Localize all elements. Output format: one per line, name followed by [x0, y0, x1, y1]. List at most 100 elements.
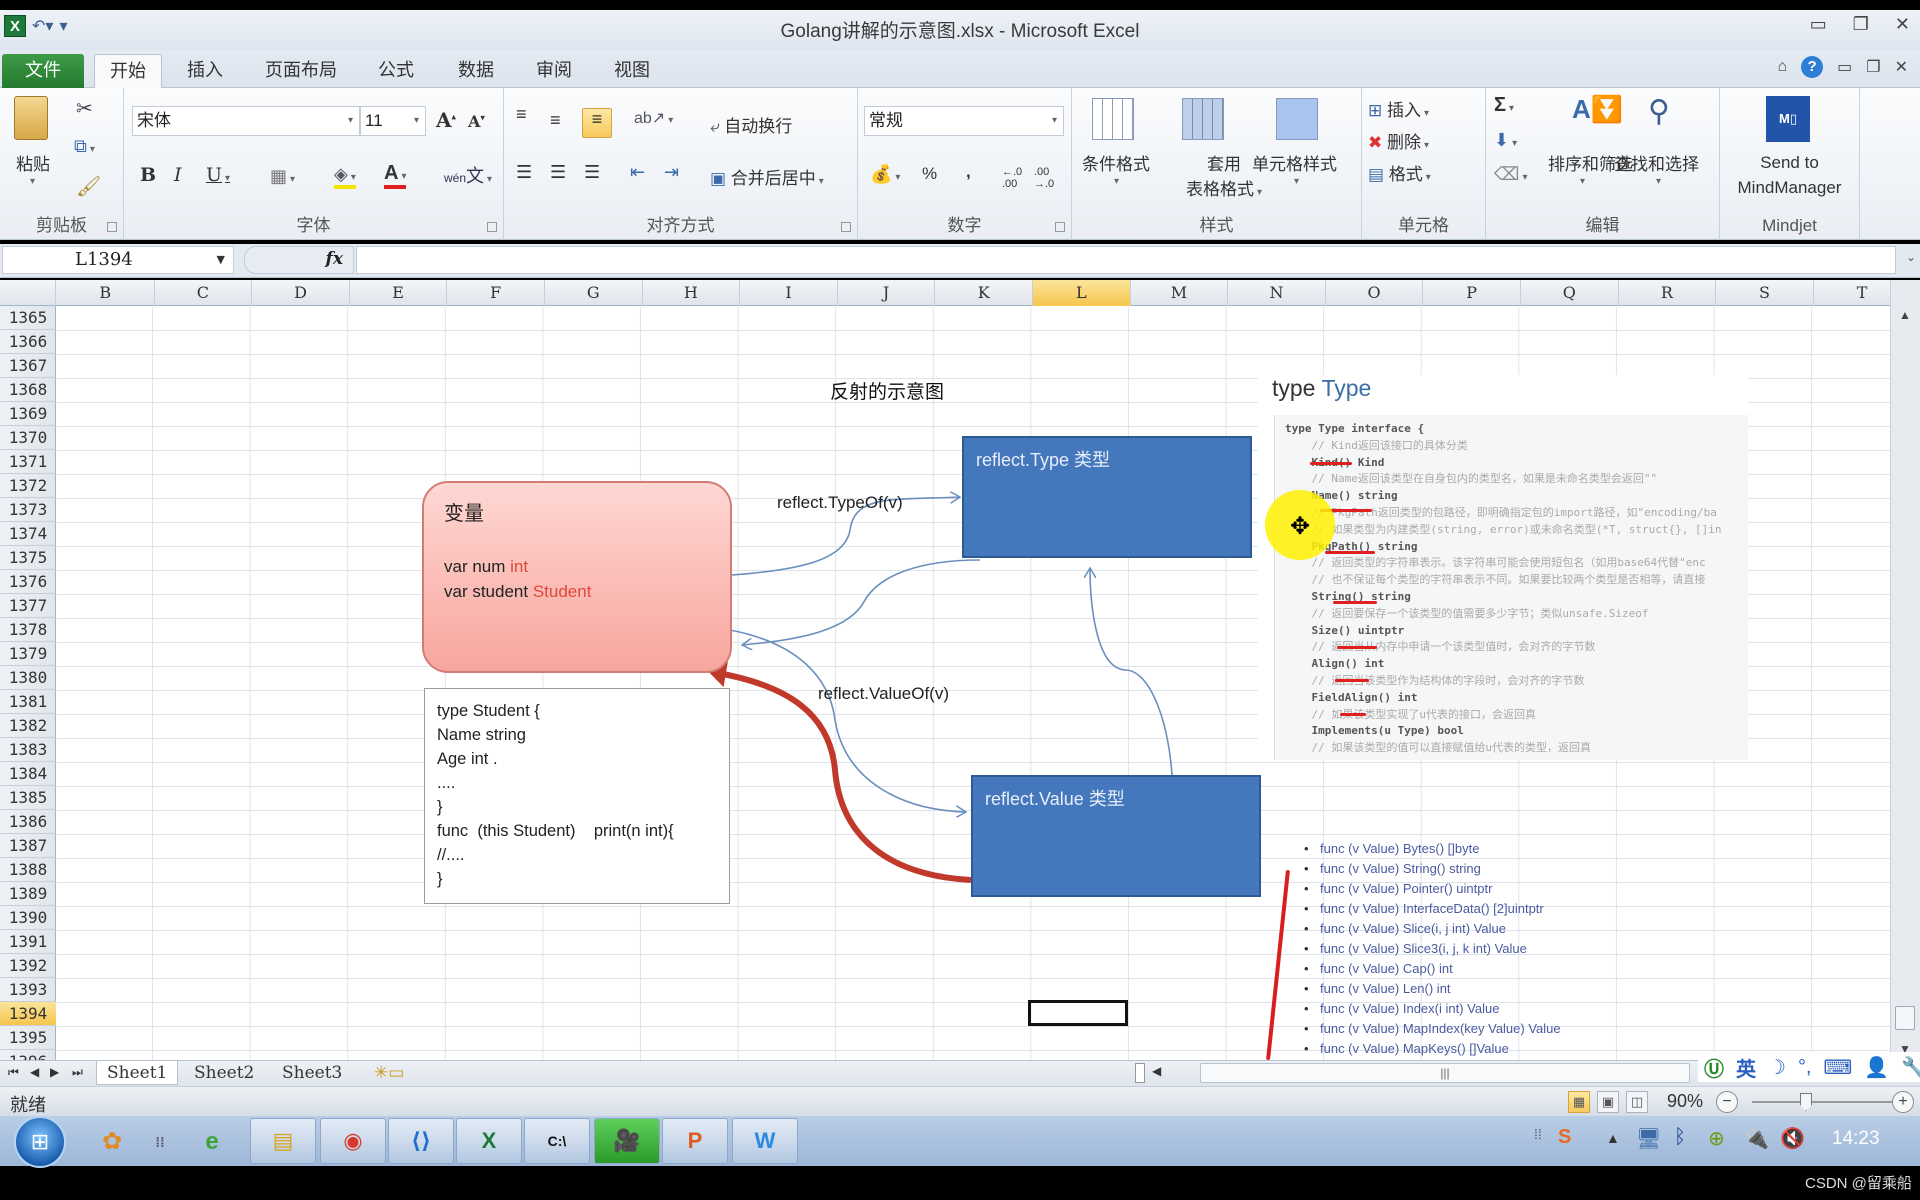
row-header[interactable]: 1377 [0, 594, 56, 618]
column-header-m[interactable]: M [1131, 280, 1229, 306]
format-cells-button[interactable]: ▤ 格式 ▾ [1368, 160, 1431, 185]
ime-logo-icon[interactable]: Ⓤ [1704, 1053, 1724, 1082]
name-box-dropdown-icon[interactable]: ▼ [217, 247, 225, 273]
ime-keyboard-icon[interactable]: ⌨ [1824, 1055, 1853, 1080]
font-launcher-icon[interactable] [487, 222, 497, 232]
name-box[interactable]: L1394 ▼ [2, 246, 234, 274]
cell-styles-icon[interactable] [1276, 98, 1318, 140]
align-top-button[interactable]: ≡ [516, 104, 527, 125]
column-header-b[interactable]: B [57, 280, 155, 306]
zoom-slider-thumb[interactable] [1800, 1093, 1812, 1111]
insert-cells-button[interactable]: ⊞ 插入 ▾ [1368, 96, 1429, 121]
close-button[interactable]: ✕ [1895, 14, 1910, 35]
chrome-icon[interactable]: ◉ [320, 1118, 386, 1164]
scroll-left-icon[interactable]: ◀ [1152, 1064, 1161, 1078]
sheet-tab-1[interactable]: Sheet1 [96, 1061, 179, 1085]
doc-restore-button[interactable]: ❐ [1866, 57, 1880, 77]
column-header-l[interactable]: L [1033, 280, 1131, 306]
row-header[interactable]: 1369 [0, 402, 56, 426]
column-header-e[interactable]: E [350, 280, 448, 306]
column-header-o[interactable]: O [1326, 280, 1424, 306]
row-header[interactable]: 1374 [0, 522, 56, 546]
delete-cells-button[interactable]: ✖ 删除 ▾ [1368, 128, 1429, 153]
merge-center-button[interactable]: ▣ 合并后居中 ▾ [710, 164, 824, 189]
column-header-q[interactable]: Q [1521, 280, 1619, 306]
shrink-font-button[interactable]: A▾ [468, 112, 485, 131]
tab-file[interactable]: 文件 [2, 54, 84, 88]
tab-insert[interactable]: 插入 [176, 54, 234, 88]
first-sheet-icon[interactable]: ⏮ [8, 1065, 19, 1080]
fill-button[interactable]: ⬇ ▾ [1494, 130, 1517, 151]
accounting-format-button[interactable]: 💰 ▾ [870, 164, 900, 185]
column-header-f[interactable]: F [447, 280, 545, 306]
binoculars-icon[interactable]: ⚲ [1648, 94, 1670, 129]
row-header[interactable]: 1391 [0, 930, 56, 954]
page-layout-view-button[interactable]: ▣ [1597, 1091, 1619, 1113]
phonetic-button[interactable]: wén文 ▾ [444, 162, 492, 188]
tab-view[interactable]: 视图 [602, 54, 662, 88]
cell-styles-dropdown-icon[interactable]: ▾ [1294, 176, 1299, 187]
column-header-i[interactable]: I [740, 280, 838, 306]
last-sheet-icon[interactable]: ⏭ [72, 1065, 83, 1080]
show-hidden-icons[interactable]: ▲ [1606, 1130, 1620, 1146]
row-header[interactable]: 1382 [0, 714, 56, 738]
zoom-out-button[interactable]: − [1716, 1091, 1738, 1113]
network-icon[interactable]: 🖥 [1636, 1126, 1661, 1151]
fill-color-button[interactable]: ◈ ▾ [334, 164, 356, 189]
font-color-button[interactable]: A ▾ [384, 162, 407, 189]
row-header[interactable]: 1365 [0, 306, 56, 330]
cut-icon[interactable]: ✂ [76, 96, 93, 121]
underline-button[interactable]: U ▾ [206, 164, 230, 186]
ime-moon-icon[interactable]: ☽ [1768, 1055, 1786, 1080]
font-size-select[interactable]: 11 ▾ [360, 106, 426, 136]
powerpoint-icon[interactable]: P [662, 1118, 728, 1164]
column-header-s[interactable]: S [1716, 280, 1814, 306]
percent-button[interactable]: % [922, 164, 937, 184]
row-header[interactable]: 1396 [0, 1050, 56, 1060]
row-header[interactable]: 1394 [0, 1002, 56, 1026]
paste-button[interactable]: 粘贴 [16, 150, 50, 175]
number-launcher-icon[interactable] [1055, 222, 1065, 232]
clock[interactable]: 14:23 [1832, 1128, 1880, 1150]
align-left-button[interactable]: ☰ [516, 162, 532, 183]
ime-settings-icon[interactable]: 🔧 [1901, 1055, 1920, 1080]
send-to-mindmanager-button[interactable]: Send to MindManager [1720, 150, 1859, 200]
autosum-button[interactable]: Σ ▾ [1494, 94, 1514, 117]
grow-font-button[interactable]: A▴ [436, 108, 456, 132]
row-header[interactable]: 1373 [0, 498, 56, 522]
tab-split-handle[interactable] [1135, 1063, 1145, 1083]
column-header-t[interactable]: T [1814, 280, 1890, 306]
column-header-c[interactable]: C [155, 280, 253, 306]
tab-data[interactable]: 数据 [446, 54, 506, 88]
row-header[interactable]: 1390 [0, 906, 56, 930]
zoom-level[interactable]: 90% [1667, 1091, 1703, 1112]
format-painter-icon[interactable]: 🖌 [76, 174, 101, 199]
wps-writer-icon[interactable]: W [732, 1118, 798, 1164]
row-header[interactable]: 1393 [0, 978, 56, 1002]
select-all-button[interactable] [0, 280, 56, 306]
insert-sheet-icon[interactable]: ✳▭ [364, 1061, 414, 1085]
align-right-button[interactable]: ☰ [584, 162, 600, 183]
decrease-decimal-button[interactable]: .00 →.0 [1034, 166, 1062, 190]
row-header[interactable]: 1376 [0, 570, 56, 594]
vscode-icon[interactable]: ⟨⟩ [388, 1118, 454, 1164]
insert-function-button[interactable]: fx [326, 249, 343, 269]
mindmanager-icon[interactable]: M▯ [1766, 96, 1810, 142]
sogou-ime-icon[interactable]: S [1558, 1126, 1571, 1149]
ime-punct-icon[interactable]: °, [1798, 1056, 1812, 1079]
row-header[interactable]: 1370 [0, 426, 56, 450]
restore-button[interactable]: ❐ [1853, 14, 1869, 35]
page-break-view-button[interactable]: ◫ [1626, 1091, 1648, 1113]
scroll-thumb[interactable] [1895, 1006, 1915, 1030]
sort-filter-dropdown-icon[interactable]: ▾ [1580, 176, 1585, 187]
row-header[interactable]: 1381 [0, 690, 56, 714]
row-header[interactable]: 1371 [0, 450, 56, 474]
pinned-app-icon[interactable]: ✿ [92, 1122, 132, 1162]
selected-cell[interactable] [1028, 1000, 1128, 1026]
bold-button[interactable]: B [140, 164, 156, 186]
collapse-ribbon-icon[interactable]: ⌂ [1777, 58, 1787, 76]
normal-view-button[interactable]: ▦ [1568, 1091, 1590, 1113]
column-header-g[interactable]: G [545, 280, 643, 306]
tab-review[interactable]: 审阅 [524, 54, 584, 88]
minimize-button[interactable]: ▭ [1810, 14, 1827, 35]
